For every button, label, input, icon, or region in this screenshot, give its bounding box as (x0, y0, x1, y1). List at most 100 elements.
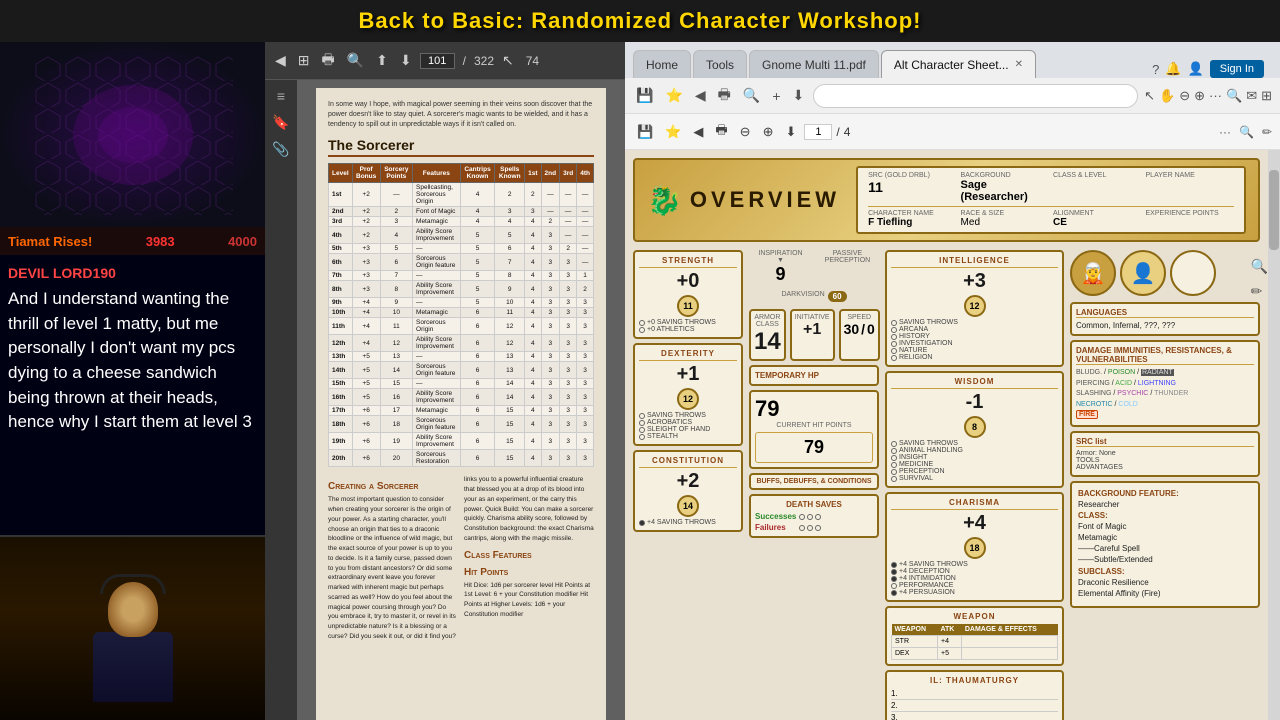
tab-char-sheet[interactable]: Alt Character Sheet... ✕ (881, 50, 1036, 78)
pdf-next-btn[interactable]: ⬇ (396, 50, 416, 71)
pdf-sidebar-bookmark[interactable]: 🔖 (272, 114, 289, 131)
table-cell: 6 (460, 352, 495, 362)
table-cell: 3 (560, 271, 577, 281)
table-row: 18th+618Sorcerous Origin feature6154333 (329, 416, 594, 433)
table-cell: 14 (380, 362, 412, 379)
col-3rd: 3rd (560, 164, 577, 183)
con-label: CONSTITUTION (639, 456, 737, 468)
table-cell: Ability Score Improvement (413, 281, 461, 298)
download2-btn[interactable]: ⬇ (781, 121, 800, 143)
hp-max-box: TEMPORARY HP (749, 365, 879, 386)
buffs-box: BUFFS, DEBUFFS, & CONDITIONS (749, 473, 879, 490)
browser-star-btn[interactable]: ⭐ (662, 84, 685, 107)
skills-section: INTELLIGENCE +3 12 SAVING THROWS ARCANA … (885, 250, 1064, 720)
browser-print-btn[interactable]: 🖶 (715, 81, 734, 111)
pdf-select-btn[interactable]: ↖ (498, 50, 518, 71)
speed2-value: 0 (867, 321, 875, 337)
pdf-zoom-out-btn[interactable]: 🔍 (343, 50, 368, 71)
sign-in-btn[interactable]: Sign In (1210, 60, 1264, 78)
wis-label: WISDOM (891, 377, 1058, 389)
back3-btn[interactable]: ◀ (689, 121, 707, 143)
hand-tool-btn[interactable]: ✋ (1159, 88, 1175, 104)
browser-tabs: Home Tools Gnome Multi 11.pdf Alt Charac… (625, 42, 1280, 78)
profile-btn[interactable]: 👤 (1188, 61, 1204, 77)
search3-btn[interactable]: 🔍 (1239, 125, 1254, 139)
zin2-btn[interactable]: ⊕ (759, 121, 778, 143)
zoom-out2-btn[interactable]: ⊖ (1179, 88, 1190, 104)
browser-zoom-in-btn[interactable]: + (769, 85, 783, 107)
pdf-sidebar-attach[interactable]: 📎 (272, 141, 289, 158)
table-cell: 6 (460, 433, 495, 450)
title-bar: Back to Basic: Randomized Character Work… (0, 0, 1280, 42)
pdf-thumbnail-btn[interactable]: ⊞ (294, 50, 314, 71)
body-col2: links you to a powerful influential crea… (464, 475, 594, 543)
search2-btn[interactable]: 🔍 (1226, 88, 1242, 104)
pen-btn[interactable]: ✏ (1262, 125, 1272, 139)
col-1st: 1st (525, 164, 541, 183)
pdf-page: In some way I hope, with magical power s… (316, 88, 606, 720)
table-cell: 11 (380, 318, 412, 335)
save2-btn[interactable]: 💾 (633, 121, 657, 143)
browser-zoom-out-btn[interactable]: 🔍 (740, 84, 763, 107)
pdf-prev-btn[interactable]: ⬆ (372, 50, 392, 71)
zout2-btn[interactable]: ⊖ (736, 121, 755, 143)
table-cell: 3 (560, 352, 577, 362)
col-sorc: Sorcery Points (380, 164, 412, 183)
table-cell: 4 (525, 362, 541, 379)
notifications-btn[interactable]: 🔔 (1165, 61, 1181, 77)
table-cell: Metamagic (413, 308, 461, 318)
table-cell: +3 (352, 271, 380, 281)
tab-pdf[interactable]: Gnome Multi 11.pdf (749, 50, 879, 78)
sheet-scrollbar[interactable] (1268, 150, 1280, 720)
pdf-viewer-panel: ◀ ⊞ 🖶 🔍 ⬆ ⬇ 101 / 322 ↖ 74 ≡ 🔖 📎 In some… (265, 42, 625, 720)
browser-download-btn[interactable]: ⬇ (790, 84, 808, 107)
table-cell: 3 (577, 416, 594, 433)
table-cell: +3 (352, 254, 380, 271)
table-cell: Spellcasting, Sorcerous Origin (413, 183, 461, 207)
select-tool-btn[interactable]: ↖ (1144, 88, 1155, 104)
charisma-block: CHARISMA +4 18 +4 SAVING THROWS +4 DECEP… (885, 492, 1064, 602)
hit-points-title: Hit Points (464, 567, 594, 578)
pdf-sidebar-nav[interactable]: ≡ (277, 88, 285, 104)
weapons-section: WEAPON WEAPON ATK DAMAGE & EFFECTS (885, 606, 1064, 666)
table-cell: 6 (460, 308, 495, 318)
page-nav-input[interactable] (804, 124, 832, 140)
table-cell: — (413, 244, 461, 254)
table-row: 1st+2—Spellcasting, Sorcerous Origin422—… (329, 183, 594, 207)
zoom-in2-btn[interactable]: ⊕ (1194, 88, 1205, 104)
star2-btn[interactable]: ⭐ (661, 121, 685, 143)
col-2nd: 2nd (541, 164, 560, 183)
browser-back2-btn[interactable]: ◀ (692, 84, 709, 107)
col-4th: 4th (577, 164, 594, 183)
table-cell: 3 (541, 308, 560, 318)
tab-home[interactable]: Home (633, 50, 691, 78)
help-btn[interactable]: ? (1152, 62, 1159, 77)
pdf-page-input[interactable]: 101 (420, 53, 455, 69)
pdf-page-total: 322 (474, 54, 494, 68)
table-cell: 3 (560, 308, 577, 318)
table-cell: 12 (380, 335, 412, 352)
table-cell: 6 (460, 379, 495, 389)
table-row: 2nd+22Font of Magic433——— (329, 207, 594, 217)
print2-btn[interactable]: 🖶 (711, 118, 731, 146)
browser-save-btn[interactable]: 💾 (633, 84, 656, 107)
tab-tools[interactable]: Tools (693, 50, 747, 78)
pdf-back-btn[interactable]: ◀ (271, 50, 290, 71)
extra-btn[interactable]: ⊞ (1261, 88, 1272, 104)
more2-btn[interactable]: ··· (1219, 125, 1231, 139)
browser-toolbar: 💾 ⭐ ◀ 🖶 🔍 + ⬇ ↖ ✋ ⊖ ⊕ ··· 🔍 ✉ ⊞ (625, 78, 1280, 114)
chat-username: DEVIL LORD190 (8, 265, 257, 281)
str-label: STRENGTH (639, 256, 737, 268)
scroll-thumb[interactable] (1269, 170, 1279, 250)
pdf-print-btn[interactable]: 🖶 (318, 47, 339, 75)
zoom-sheet-btn[interactable]: 🔍 (1251, 258, 1268, 275)
tab-close-btn[interactable]: ✕ (1015, 59, 1023, 70)
med-value: Med (961, 217, 1049, 228)
more-btn[interactable]: ··· (1209, 88, 1222, 104)
table-cell: 4 (525, 379, 541, 389)
email-btn[interactable]: ✉ (1246, 88, 1257, 104)
class-val: Font of Magic (1078, 522, 1252, 531)
table-row: 17th+617Metamagic6154333 (329, 406, 594, 416)
table-cell: 3 (577, 433, 594, 450)
edit-sheet-btn[interactable]: ✏ (1251, 283, 1268, 300)
